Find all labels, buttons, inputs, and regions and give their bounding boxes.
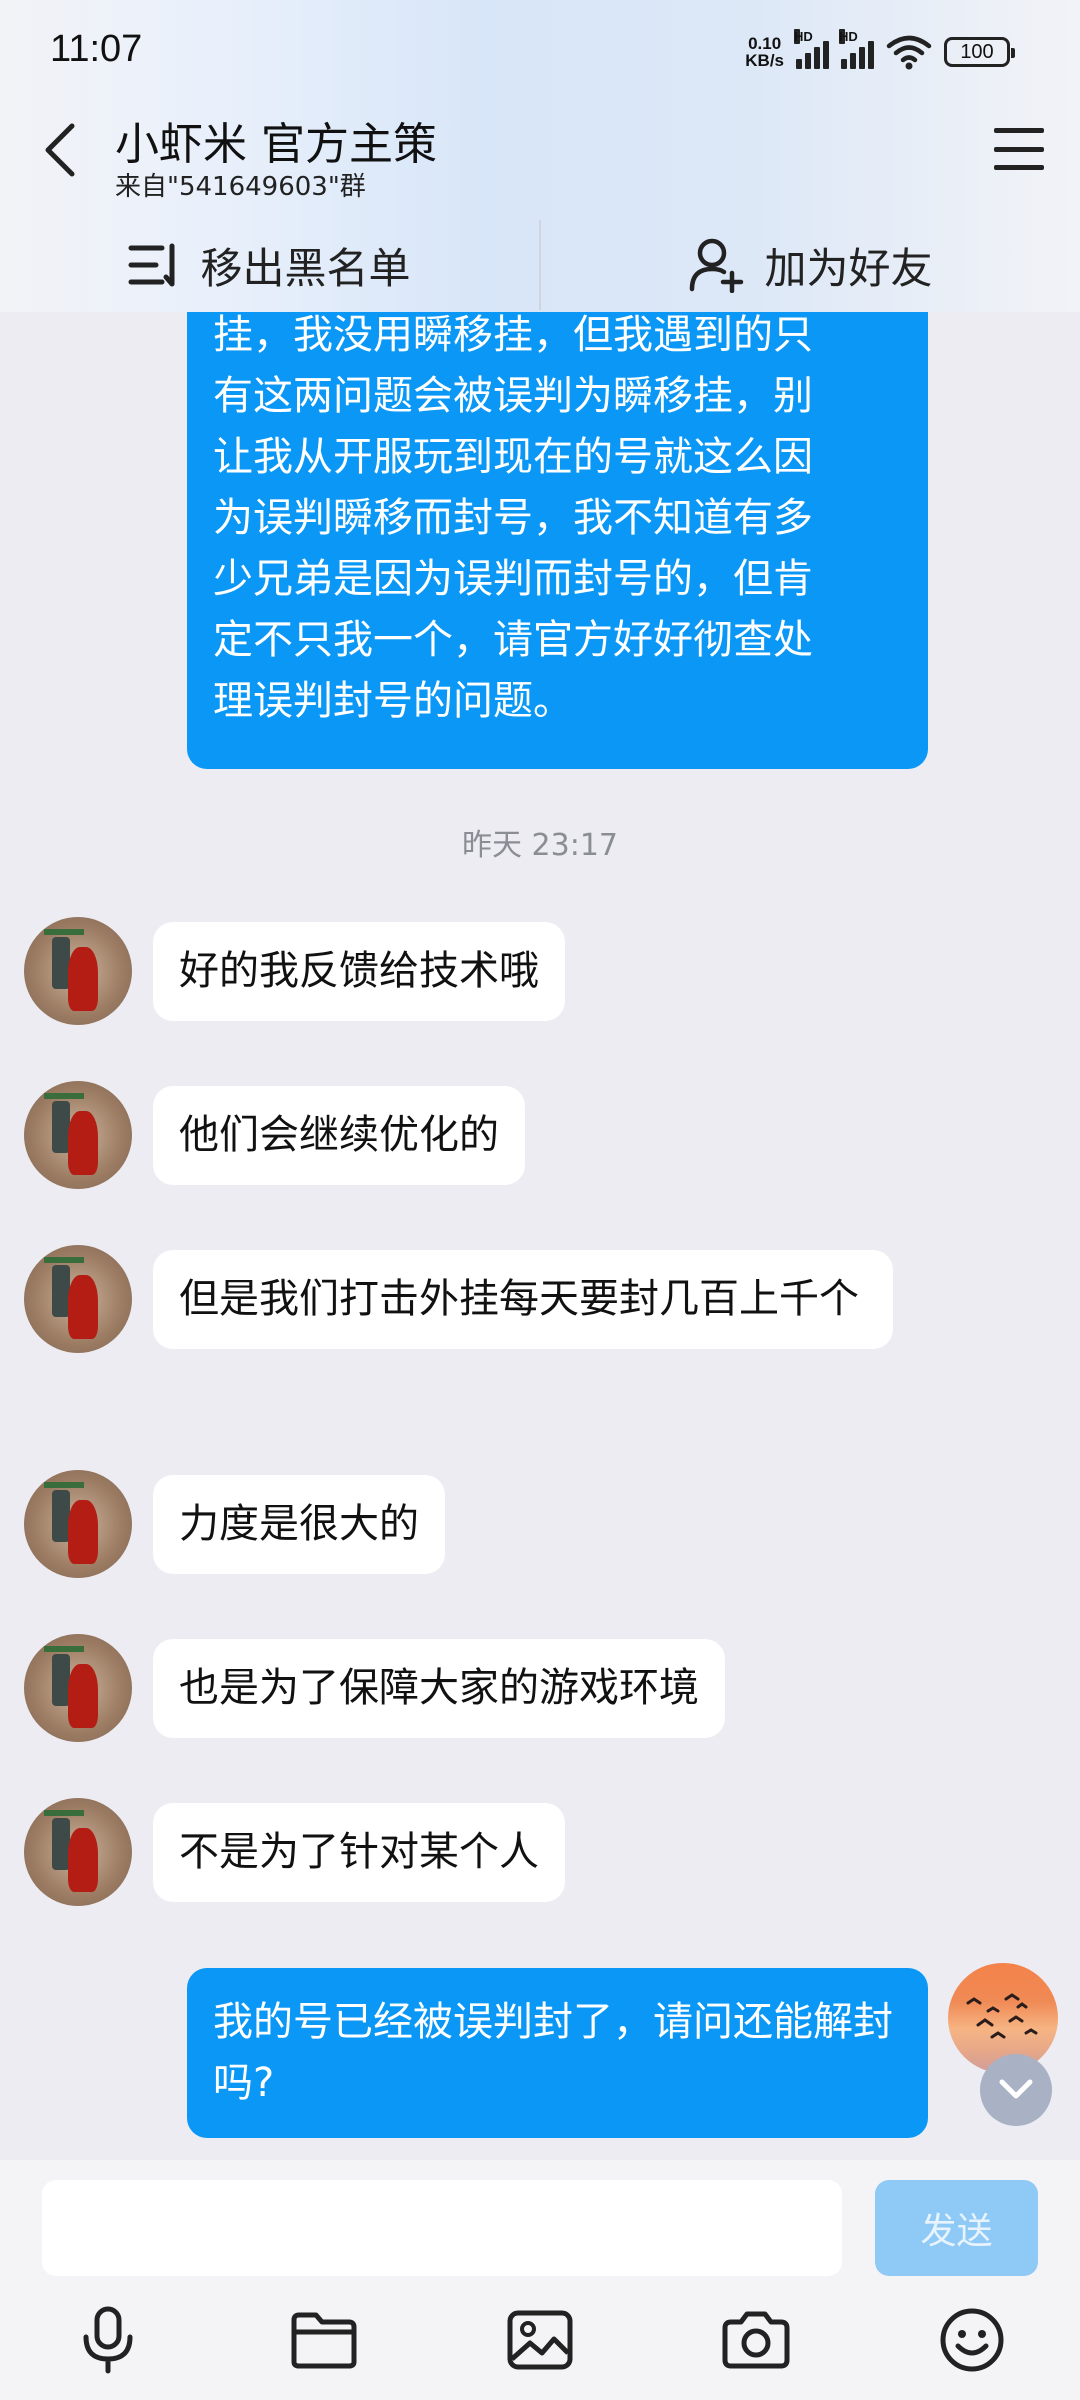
network-speed-value: 0.10: [748, 34, 782, 53]
image-button[interactable]: [490, 2290, 590, 2390]
hamburger-menu-icon: [994, 128, 1044, 133]
message-timestamp: 昨天 23:17: [462, 828, 618, 863]
sim1-hd-label: HD: [794, 29, 813, 44]
add-user-icon: [690, 238, 744, 293]
add-friend-button[interactable]: 加为好友: [541, 218, 1080, 312]
signal-icon-sim2: HD: [839, 29, 874, 69]
avatar[interactable]: [24, 1470, 132, 1578]
back-button[interactable]: [30, 114, 90, 186]
microphone-icon: [83, 2306, 133, 2374]
file-button[interactable]: [274, 2290, 374, 2390]
battery-level: 100: [960, 40, 994, 63]
message-bubble-incoming[interactable]: 但是我们打击外挂每天要封几百上千个: [153, 1250, 893, 1349]
sim2-hd-label: HD: [839, 29, 858, 44]
chat-title: 小虾米 官方主策: [115, 119, 437, 170]
message-bubble-incoming[interactable]: 也是为了保障大家的游戏环境: [153, 1639, 725, 1738]
message-text-line: 定不只我一个，请官方好好彻查处: [213, 617, 813, 663]
chat-header: 小虾米 官方主策 来自"541649603"群: [0, 100, 1080, 212]
chat-subtitle: 来自"541649603"群: [115, 172, 366, 202]
message-bubble-outgoing[interactable]: 挂，我没用瞬移挂，但我遇到的只 有这两问题会被误判为瞬移挂，别 让我从开服玩到现…: [187, 312, 928, 769]
send-button[interactable]: 发送: [875, 2180, 1038, 2276]
remove-blacklist-label: 移出黑名单: [200, 243, 411, 293]
menu-button[interactable]: [994, 124, 1044, 174]
emoji-button[interactable]: [922, 2290, 1022, 2390]
chevron-down-icon: [999, 2079, 1033, 2099]
toolbar: [0, 2290, 1080, 2400]
message-bubble-incoming[interactable]: 好的我反馈给技术哦: [153, 922, 565, 1021]
input-area: 发送: [0, 2160, 1080, 2400]
image-icon: [507, 2310, 573, 2370]
folder-icon: [291, 2312, 357, 2369]
message-text-line: 为误判瞬移而封号，我不知道有多: [213, 495, 813, 541]
chat-message-list[interactable]: 挂，我没用瞬移挂，但我遇到的只 有这两问题会被误判为瞬移挂，别 让我从开服玩到现…: [0, 312, 1080, 2160]
signal-icon-sim1: HD: [794, 29, 829, 69]
message-bubble-incoming[interactable]: 力度是很大的: [153, 1475, 445, 1574]
message-input[interactable]: [42, 2180, 842, 2276]
message-text-line: 让我从开服玩到现在的号就这么因: [213, 434, 813, 480]
network-speed: 0.10 KB/s: [745, 35, 784, 69]
wifi-icon: [886, 35, 932, 70]
camera-icon: [722, 2311, 790, 2369]
avatar[interactable]: [24, 1798, 132, 1906]
message-bubble-incoming[interactable]: 不是为了针对某个人: [153, 1803, 565, 1902]
list-sort-icon: [128, 243, 175, 287]
message-bubble-outgoing[interactable]: 我的号已经被误判封了，请问还能解封吗?: [187, 1968, 928, 2138]
status-time: 11:07: [50, 28, 143, 70]
add-friend-label: 加为好友: [764, 243, 933, 293]
smiley-icon: [940, 2308, 1004, 2372]
top-area: 11:07 0.10 KB/s HD HD 100 小虾米 官方主策 来自"54…: [0, 0, 1080, 312]
battery-icon: 100: [944, 37, 1015, 67]
voice-button[interactable]: [58, 2290, 158, 2390]
network-speed-unit: KB/s: [745, 51, 784, 70]
avatar[interactable]: [24, 917, 132, 1025]
message-text-line: 挂，我没用瞬移挂，但我遇到的只: [213, 312, 813, 358]
message-text-line: 理误判封号的问题。: [213, 678, 573, 724]
message-text-line: 少兄弟是因为误判而封号的，但肯: [213, 556, 813, 602]
message-bubble-incoming[interactable]: 他们会继续优化的: [153, 1086, 525, 1185]
scroll-to-bottom-button[interactable]: [980, 2054, 1052, 2126]
status-bar: 11:07 0.10 KB/s HD HD 100: [0, 0, 1080, 100]
action-bar: 移出黑名单 加为好友: [0, 218, 1080, 312]
chevron-left-icon: [45, 123, 75, 177]
avatar[interactable]: [24, 1245, 132, 1353]
avatar[interactable]: [24, 1081, 132, 1189]
camera-button[interactable]: [706, 2290, 806, 2390]
message-text-line: 有这两问题会被误判为瞬移挂，别: [213, 373, 813, 419]
status-icons: 0.10 KB/s HD HD 100: [745, 29, 1015, 72]
remove-blacklist-button[interactable]: 移出黑名单: [0, 218, 539, 312]
avatar[interactable]: [24, 1634, 132, 1742]
